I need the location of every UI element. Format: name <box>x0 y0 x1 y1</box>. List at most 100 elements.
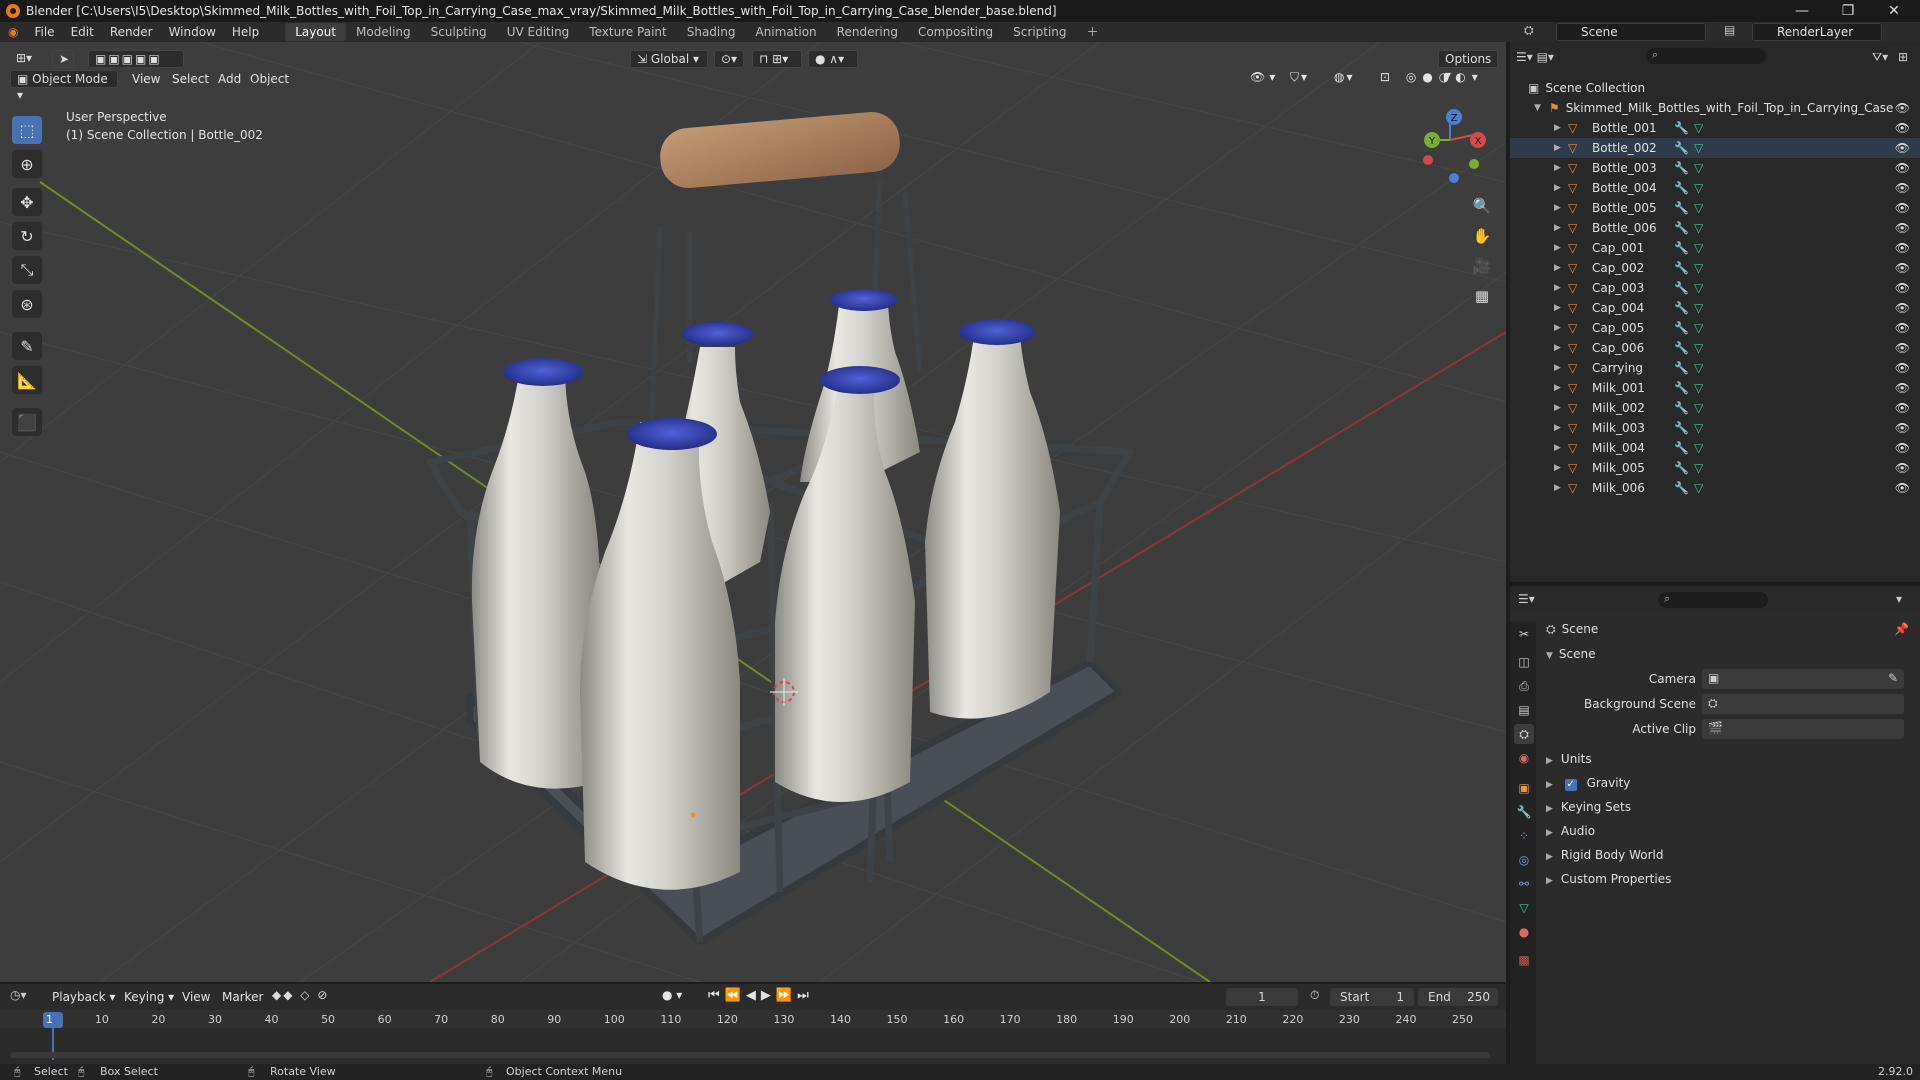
expand-arrow[interactable]: ▶ <box>1554 143 1568 153</box>
object-tab-icon[interactable]: ▣ <box>1514 778 1534 798</box>
outliner-item-cap-002[interactable]: ▶ ▽ Cap_002 🔧 ▽ 👁 <box>1510 258 1920 278</box>
mesh-data-icon[interactable]: ▽ <box>1694 241 1703 255</box>
expand-arrow[interactable]: ▶ <box>1554 203 1568 213</box>
expand-arrow[interactable]: ▶ <box>1554 423 1568 433</box>
tool-tab-icon[interactable]: ✂ <box>1514 624 1534 644</box>
camera-view-icon[interactable]: 🎥 <box>1468 252 1496 280</box>
mesh-data-icon[interactable]: ▽ <box>1694 381 1703 395</box>
maximize-button[interactable]: ❐ <box>1826 0 1870 22</box>
outliner-item-cap-005[interactable]: ▶ ▽ Cap_005 🔧 ▽ 👁 <box>1510 318 1920 338</box>
timeline-scrollbar[interactable] <box>10 1052 1490 1058</box>
modifier-wrench-icon[interactable]: 🔧 <box>1674 321 1694 335</box>
eye-icon[interactable]: 👁 <box>1895 261 1910 275</box>
navigation-gizmo[interactable]: Z Y X <box>1423 109 1486 183</box>
mesh-data-icon[interactable]: ▽ <box>1694 301 1703 315</box>
outliner-collection[interactable]: ▼ ⚑ Skimmed_Milk_Bottles_with_Foil_Top_i… <box>1510 98 1920 118</box>
workspace-tab-shading[interactable]: Shading <box>677 23 746 41</box>
expand-arrow[interactable]: ▶ <box>1554 483 1568 493</box>
outliner-item-cap-006[interactable]: ▶ ▽ Cap_006 🔧 ▽ 👁 <box>1510 338 1920 358</box>
mesh-data-icon[interactable]: ▽ <box>1694 321 1703 335</box>
texture-tab-icon[interactable]: ▩ <box>1514 950 1534 970</box>
outliner-item-milk-004[interactable]: ▶ ▽ Milk_004 🔧 ▽ 👁 <box>1510 438 1920 458</box>
outliner-item-bottle-005[interactable]: ▶ ▽ Bottle_005 🔧 ▽ 👁 <box>1510 198 1920 218</box>
scale-tool-icon[interactable]: ⤡ <box>12 256 42 284</box>
mesh-data-icon[interactable]: ▽ <box>1694 361 1703 375</box>
modifier-wrench-icon[interactable]: 🔧 <box>1674 161 1694 175</box>
mesh-data-icon[interactable]: ▽ <box>1694 161 1703 175</box>
playback-controls-icons[interactable]: ⏮⏪◀▶⏩⏭ <box>708 988 814 1003</box>
timeline-editor-type-icon[interactable]: ◷▾ <box>10 988 27 1002</box>
blender-menu-icon[interactable]: ◉ <box>0 25 26 39</box>
eye-icon[interactable]: 👁 <box>1895 321 1910 335</box>
visibility-icon[interactable]: 👁▾ <box>1250 70 1279 84</box>
measure-tool-icon[interactable]: 📐 <box>12 366 42 394</box>
expand-arrow[interactable]: ▶ <box>1554 343 1568 353</box>
eye-icon[interactable]: 👁 <box>1895 241 1910 255</box>
modifier-wrench-icon[interactable]: 🔧 <box>1674 421 1694 435</box>
mode-dropdown[interactable]: ▣ Object Mode ▾ <box>10 70 118 102</box>
workspace-tab-compositing[interactable]: Compositing <box>908 23 1003 41</box>
modifier-wrench-icon[interactable]: 🔧 <box>1674 481 1694 495</box>
eye-icon[interactable]: 👁 <box>1895 361 1910 375</box>
viewport-menu-object[interactable]: Object <box>250 72 289 86</box>
move-tool-icon[interactable]: ✥ <box>12 188 42 216</box>
mesh-data-icon[interactable]: ▽ <box>1694 221 1703 235</box>
gravity-section[interactable]: ▶ ✓ Gravity <box>1546 776 1630 791</box>
eye-icon[interactable]: 👁 <box>1895 201 1910 215</box>
expand-arrow[interactable]: ▶ <box>1554 183 1568 193</box>
modifier-wrench-icon[interactable]: 🔧 <box>1674 281 1694 295</box>
ortho-grid-icon[interactable]: ▦ <box>1468 282 1496 310</box>
expand-arrow[interactable]: ▶ <box>1554 223 1568 233</box>
rotate-tool-icon[interactable]: ↻ <box>12 222 42 250</box>
constraints-tab-icon[interactable]: ⚯ <box>1514 874 1534 894</box>
overlay-toggle-icon[interactable]: ◍▾ <box>1334 70 1355 84</box>
annotate-tool-icon[interactable]: ✎ <box>12 332 42 360</box>
preview-range-icon[interactable]: ⏱ <box>1310 988 1319 1003</box>
timeline-menu-marker[interactable]: Marker <box>222 990 263 1004</box>
mesh-data-icon[interactable]: ▽ <box>1694 121 1703 135</box>
transform-orientation-dropdown[interactable]: ⇲ Global ▾ <box>630 50 708 68</box>
modifier-wrench-icon[interactable]: 🔧 <box>1674 221 1694 235</box>
modifier-wrench-icon[interactable]: 🔧 <box>1674 461 1694 475</box>
expand-arrow[interactable]: ▶ <box>1554 163 1568 173</box>
outliner-filter-icon[interactable]: ⛛▾ <box>1872 50 1888 65</box>
pan-hand-icon[interactable]: ✋ <box>1468 222 1496 250</box>
menu-window[interactable]: Window <box>161 25 224 39</box>
data-tab-icon[interactable]: ▽ <box>1514 898 1534 918</box>
mesh-data-icon[interactable]: ▽ <box>1694 401 1703 415</box>
menu-help[interactable]: Help <box>224 25 267 39</box>
start-frame-field[interactable]: Start 1 <box>1330 988 1414 1006</box>
expand-arrow[interactable]: ▶ <box>1554 363 1568 373</box>
close-button[interactable]: ✕ <box>1872 0 1916 22</box>
gizmo-toggle-icon[interactable]: ⛉▾ <box>1290 70 1309 85</box>
workspace-tab-uv-editing[interactable]: UV Editing <box>497 23 580 41</box>
eye-icon[interactable]: 👁 <box>1895 141 1910 155</box>
properties-options-icon[interactable]: ▾ <box>1896 592 1902 606</box>
timeline-ruler[interactable] <box>0 1010 1506 1028</box>
outliner-item-bottle-001[interactable]: ▶ ▽ Bottle_001 🔧 ▽ 👁 <box>1510 118 1920 138</box>
pivot-point-icon[interactable]: ⊙▾ <box>714 50 744 68</box>
expand-arrow[interactable]: ▶ <box>1554 303 1568 313</box>
viewport-menu-view[interactable]: View <box>132 72 160 86</box>
expand-arrow[interactable]: ▶ <box>1554 123 1568 133</box>
camera-field[interactable]: ▣ ✎ <box>1702 669 1904 689</box>
outliner-item-milk-001[interactable]: ▶ ▽ Milk_001 🔧 ▽ 👁 <box>1510 378 1920 398</box>
selection-mode-icons[interactable]: ▣▣▣▣▣ <box>88 50 184 68</box>
shading-mode-icons[interactable]: ⊡ ◎●◑◐▾ <box>1380 70 1484 84</box>
particles-tab-icon[interactable]: ⁘ <box>1514 826 1534 846</box>
modifier-wrench-icon[interactable]: 🔧 <box>1674 361 1694 375</box>
outliner-item-carrying[interactable]: ▶ ▽ Carrying 🔧 ▽ 👁 <box>1510 358 1920 378</box>
workspace-tab-animation[interactable]: Animation <box>745 23 826 41</box>
3d-viewport[interactable]: Z Y X ⊞▾ ➤ ▣▣▣▣▣ ⇲ Global ▾ ⊙▾ ⊓ ⊞▾ ● ∧▾… <box>0 42 1506 982</box>
eye-icon[interactable]: 👁 <box>1895 461 1910 475</box>
mesh-data-icon[interactable]: ▽ <box>1694 481 1703 495</box>
scene-selector[interactable]: Scene <box>1556 23 1706 41</box>
outliner-item-milk-002[interactable]: ▶ ▽ Milk_002 🔧 ▽ 👁 <box>1510 398 1920 418</box>
expand-arrow[interactable]: ▶ <box>1554 283 1568 293</box>
expand-arrow[interactable]: ▶ <box>1554 243 1568 253</box>
active-clip-field[interactable]: 🎬 <box>1702 719 1904 739</box>
cursor-tool-icon[interactable]: ⊕ <box>12 150 42 178</box>
outliner-item-milk-005[interactable]: ▶ ▽ Milk_005 🔧 ▽ 👁 <box>1510 458 1920 478</box>
mesh-data-icon[interactable]: ▽ <box>1694 201 1703 215</box>
select-box-tool-icon[interactable]: ⬚ <box>12 116 42 144</box>
